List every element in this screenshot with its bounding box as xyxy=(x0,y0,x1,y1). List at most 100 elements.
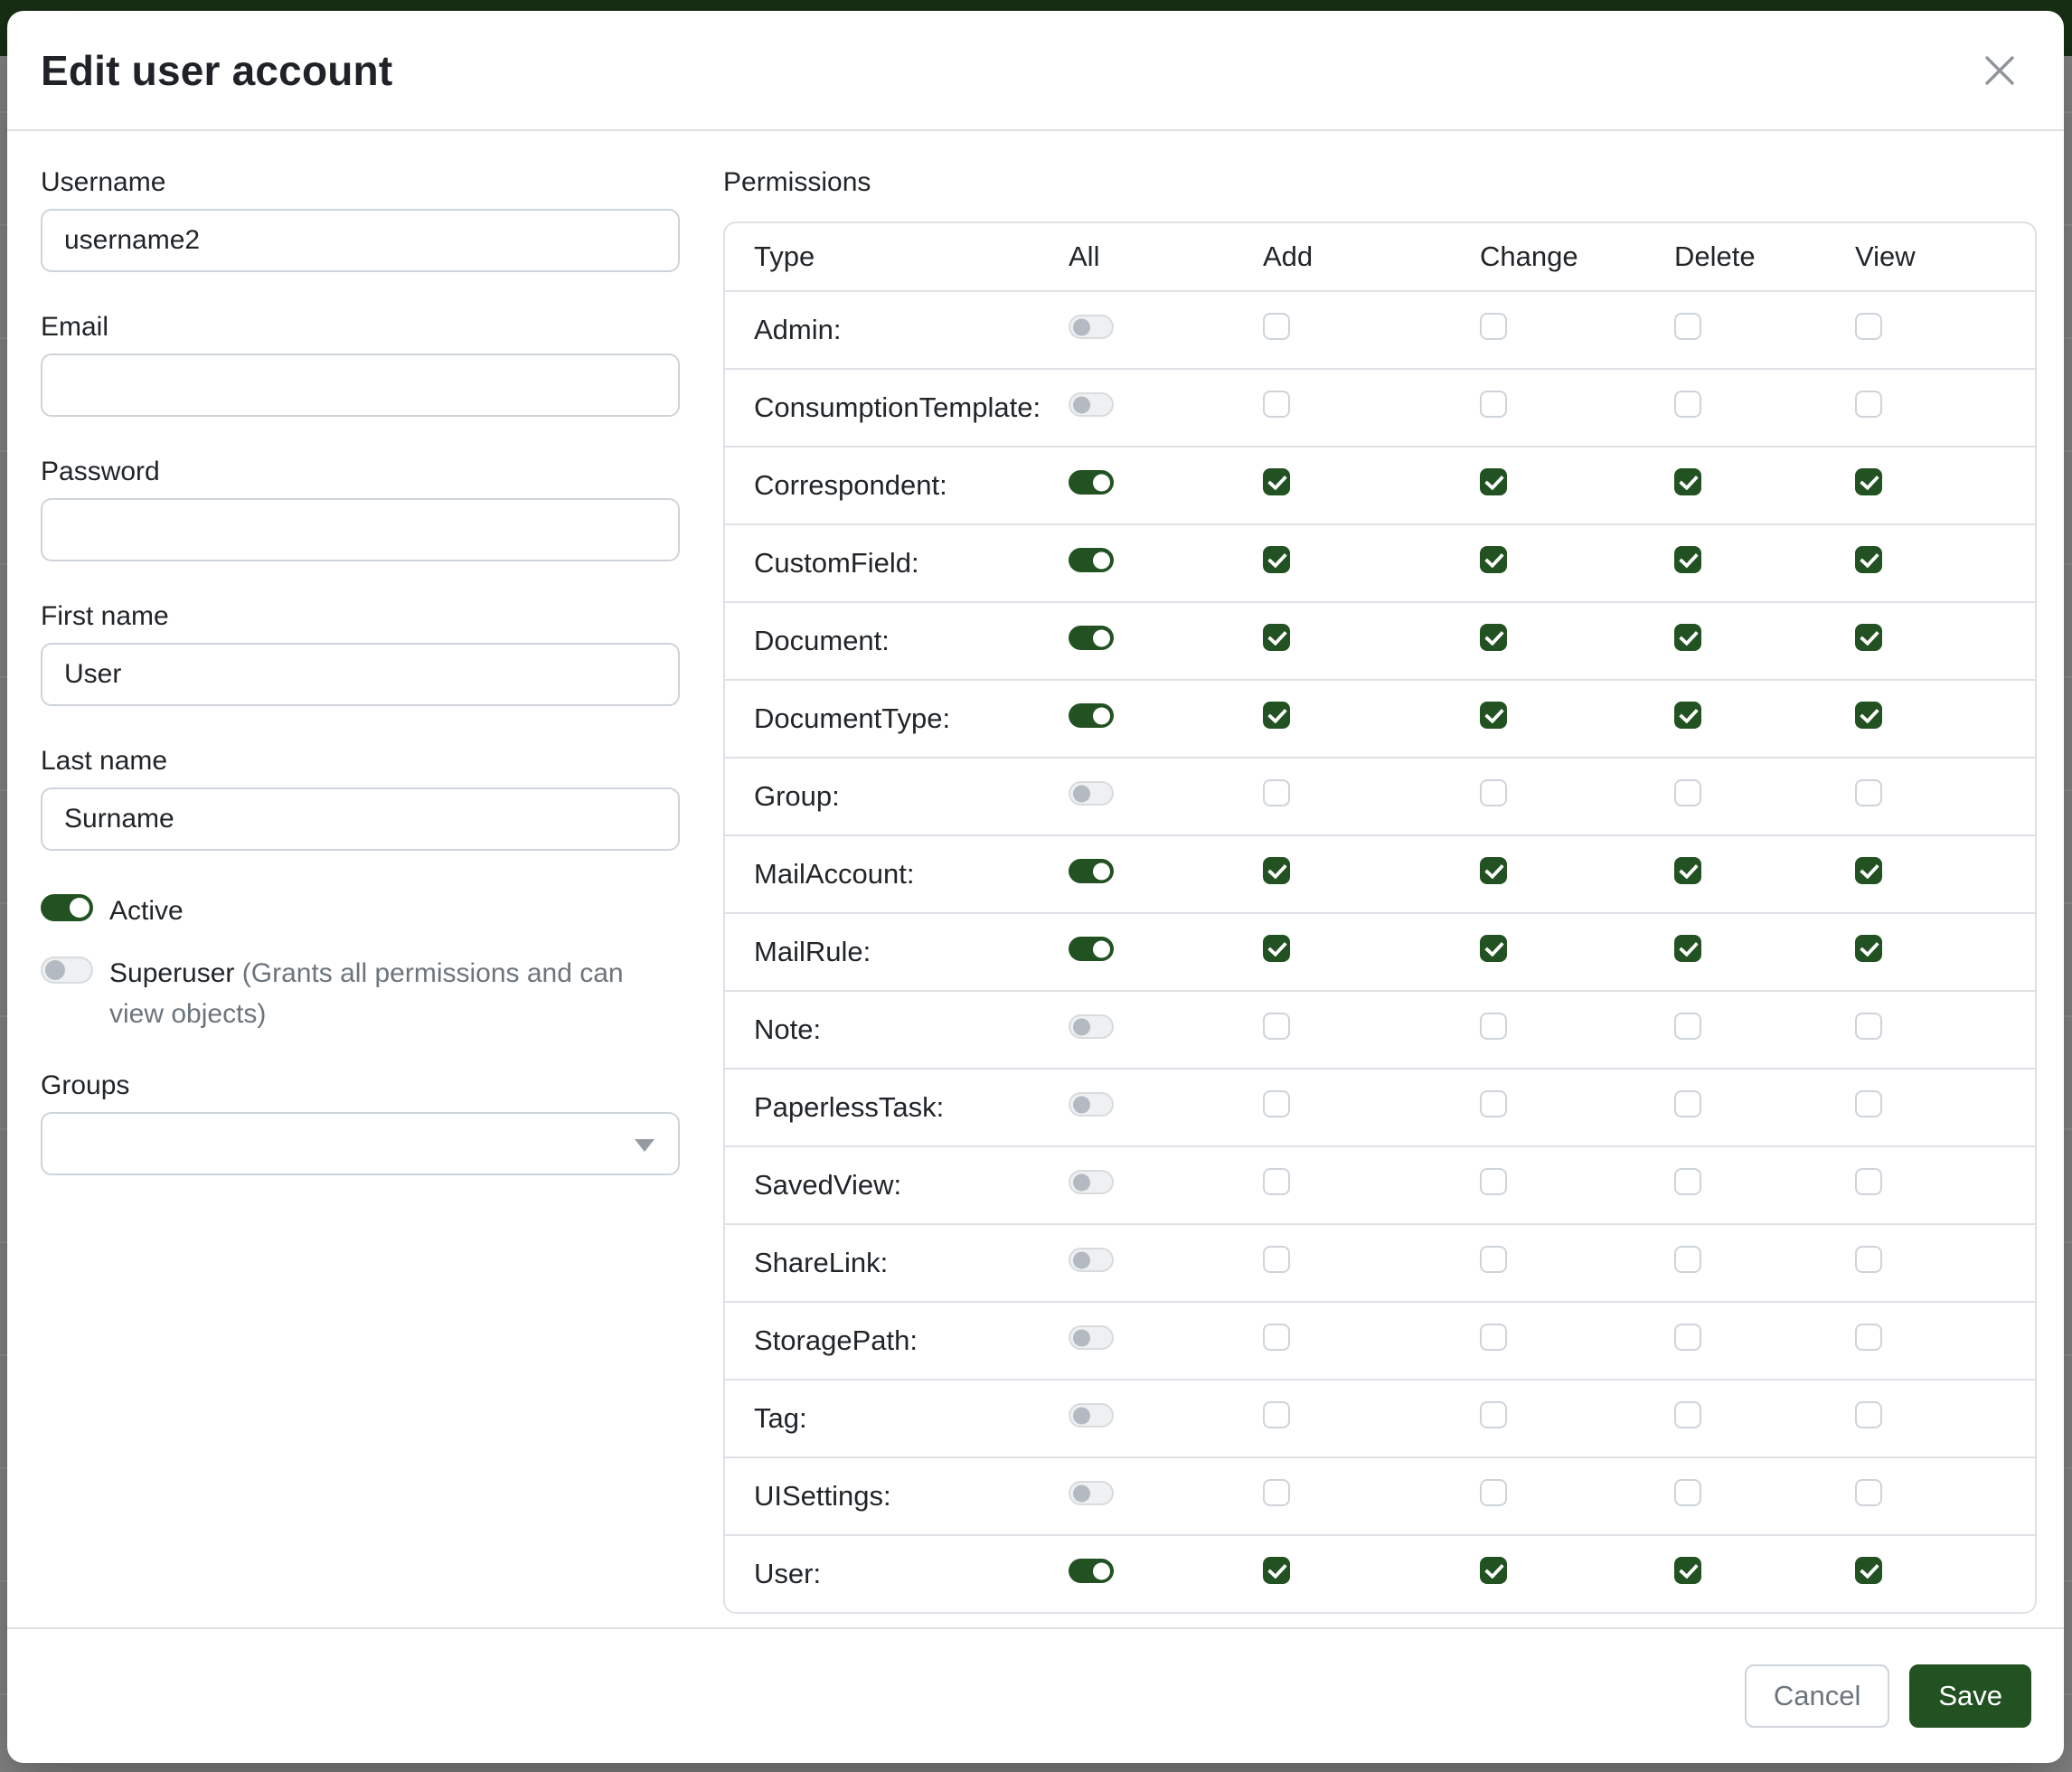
perm-checkbox-add[interactable] xyxy=(1263,468,1290,495)
perm-toggle-all[interactable] xyxy=(1069,1248,1114,1272)
perm-checkbox-add[interactable] xyxy=(1263,1324,1290,1351)
perm-checkbox-add[interactable] xyxy=(1263,1479,1290,1506)
perm-checkbox-delete[interactable] xyxy=(1674,935,1701,962)
perm-checkbox-delete[interactable] xyxy=(1674,1246,1701,1273)
perm-checkbox-change[interactable] xyxy=(1480,935,1507,962)
perm-toggle-all[interactable] xyxy=(1069,781,1114,806)
perm-checkbox-delete[interactable] xyxy=(1674,1013,1701,1040)
perm-checkbox-add[interactable] xyxy=(1263,1246,1290,1273)
perm-checkbox-add[interactable] xyxy=(1263,779,1290,806)
perm-checkbox-delete[interactable] xyxy=(1674,546,1701,573)
perm-checkbox-view[interactable] xyxy=(1855,1324,1882,1351)
perm-toggle-all[interactable] xyxy=(1069,1092,1114,1117)
perm-checkbox-delete[interactable] xyxy=(1674,624,1701,651)
groups-select[interactable] xyxy=(41,1112,680,1175)
perm-checkbox-change[interactable] xyxy=(1480,313,1507,340)
perm-checkbox-delete[interactable] xyxy=(1674,391,1701,418)
perm-checkbox-delete[interactable] xyxy=(1674,1168,1701,1195)
perm-toggle-all[interactable] xyxy=(1069,937,1114,961)
perm-checkbox-add[interactable] xyxy=(1263,1013,1290,1040)
perm-checkbox-change[interactable] xyxy=(1480,391,1507,418)
perm-toggle-all[interactable] xyxy=(1069,548,1114,572)
perm-toggle-all[interactable] xyxy=(1069,859,1114,883)
perm-toggle-all[interactable] xyxy=(1069,626,1114,650)
perm-checkbox-view[interactable] xyxy=(1855,624,1882,651)
perm-checkbox-view[interactable] xyxy=(1855,313,1882,340)
perm-checkbox-delete[interactable] xyxy=(1674,468,1701,495)
perm-toggle-all[interactable] xyxy=(1069,703,1114,728)
perm-checkbox-view[interactable] xyxy=(1855,1246,1882,1273)
perm-checkbox-change[interactable] xyxy=(1480,1090,1507,1117)
perm-checkbox-add[interactable] xyxy=(1263,624,1290,651)
perm-checkbox-view[interactable] xyxy=(1855,1090,1882,1117)
first-name-input[interactable] xyxy=(41,643,680,706)
close-button[interactable] xyxy=(1977,48,2022,93)
perm-checkbox-change[interactable] xyxy=(1480,1401,1507,1428)
perm-checkbox-delete[interactable] xyxy=(1674,1557,1701,1584)
perm-toggle-all[interactable] xyxy=(1069,1014,1114,1039)
perm-checkbox-view[interactable] xyxy=(1855,702,1882,729)
perm-checkbox-add[interactable] xyxy=(1263,1557,1290,1584)
perm-checkbox-change[interactable] xyxy=(1480,468,1507,495)
active-toggle[interactable] xyxy=(41,894,93,921)
table-row: Document: xyxy=(725,601,2035,679)
column-header-view: View xyxy=(1855,240,2035,273)
perm-checkbox-view[interactable] xyxy=(1855,1557,1882,1584)
perm-checkbox-delete[interactable] xyxy=(1674,702,1701,729)
perm-toggle-all[interactable] xyxy=(1069,392,1114,417)
perm-checkbox-change[interactable] xyxy=(1480,1479,1507,1506)
username-input[interactable] xyxy=(41,209,680,272)
perm-checkbox-add[interactable] xyxy=(1263,313,1290,340)
perm-checkbox-change[interactable] xyxy=(1480,857,1507,884)
perm-toggle-all[interactable] xyxy=(1069,1170,1114,1194)
groups-label: Groups xyxy=(41,1070,680,1101)
perm-checkbox-view[interactable] xyxy=(1855,468,1882,495)
perm-checkbox-view[interactable] xyxy=(1855,1168,1882,1195)
perm-checkbox-delete[interactable] xyxy=(1674,1324,1701,1351)
perm-toggle-all[interactable] xyxy=(1069,1325,1114,1350)
perm-checkbox-change[interactable] xyxy=(1480,702,1507,729)
perm-checkbox-add[interactable] xyxy=(1263,857,1290,884)
perm-checkbox-view[interactable] xyxy=(1855,1401,1882,1428)
perm-checkbox-view[interactable] xyxy=(1855,1013,1882,1040)
perm-checkbox-add[interactable] xyxy=(1263,391,1290,418)
perm-toggle-all[interactable] xyxy=(1069,470,1114,495)
perm-checkbox-delete[interactable] xyxy=(1674,1401,1701,1428)
perm-checkbox-add[interactable] xyxy=(1263,1401,1290,1428)
perm-checkbox-view[interactable] xyxy=(1855,546,1882,573)
perm-checkbox-add[interactable] xyxy=(1263,935,1290,962)
perm-checkbox-change[interactable] xyxy=(1480,546,1507,573)
perm-toggle-all[interactable] xyxy=(1069,1559,1114,1583)
perm-toggle-all[interactable] xyxy=(1069,1481,1114,1505)
perm-checkbox-view[interactable] xyxy=(1855,935,1882,962)
perm-checkbox-change[interactable] xyxy=(1480,779,1507,806)
perm-checkbox-view[interactable] xyxy=(1855,779,1882,806)
perm-checkbox-change[interactable] xyxy=(1480,1557,1507,1584)
perm-toggle-all[interactable] xyxy=(1069,1403,1114,1428)
perm-checkbox-view[interactable] xyxy=(1855,391,1882,418)
superuser-toggle[interactable] xyxy=(41,957,93,984)
perm-checkbox-add[interactable] xyxy=(1263,546,1290,573)
save-button[interactable]: Save xyxy=(1909,1664,2031,1728)
perm-checkbox-change[interactable] xyxy=(1480,1324,1507,1351)
perm-checkbox-view[interactable] xyxy=(1855,1479,1882,1506)
last-name-input[interactable] xyxy=(41,787,680,851)
perm-checkbox-change[interactable] xyxy=(1480,1168,1507,1195)
perm-checkbox-delete[interactable] xyxy=(1674,1479,1701,1506)
perm-checkbox-change[interactable] xyxy=(1480,1013,1507,1040)
perm-checkbox-view[interactable] xyxy=(1855,857,1882,884)
perm-checkbox-delete[interactable] xyxy=(1674,313,1701,340)
perm-checkbox-add[interactable] xyxy=(1263,702,1290,729)
perm-checkbox-delete[interactable] xyxy=(1674,857,1701,884)
perm-checkbox-add[interactable] xyxy=(1263,1090,1290,1117)
perm-checkbox-delete[interactable] xyxy=(1674,1090,1701,1117)
perm-checkbox-change[interactable] xyxy=(1480,1246,1507,1273)
perm-checkbox-delete[interactable] xyxy=(1674,779,1701,806)
email-input[interactable] xyxy=(41,353,680,417)
perm-toggle-all[interactable] xyxy=(1069,315,1114,339)
perm-type-label: MailAccount: xyxy=(754,858,1069,891)
password-input[interactable] xyxy=(41,498,680,561)
perm-checkbox-add[interactable] xyxy=(1263,1168,1290,1195)
cancel-button[interactable]: Cancel xyxy=(1745,1664,1890,1728)
perm-checkbox-change[interactable] xyxy=(1480,624,1507,651)
